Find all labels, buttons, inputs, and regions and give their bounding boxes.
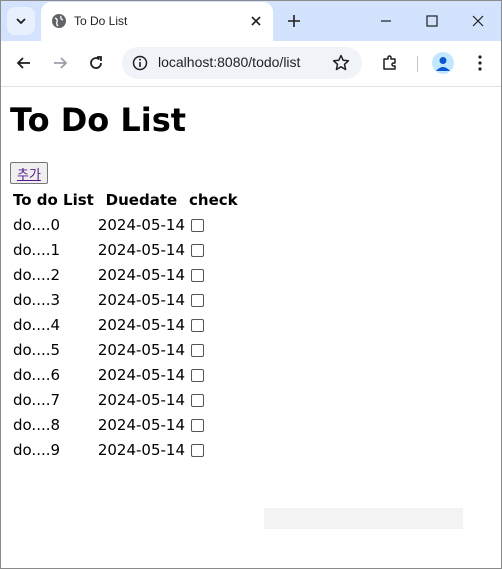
todo-checkbox[interactable]: [191, 368, 205, 382]
back-arrow-icon: [16, 57, 30, 69]
table-row: do....3 2024-05-14: [12, 288, 239, 311]
todo-title: do....7: [13, 390, 61, 409]
minimize-button[interactable]: [363, 1, 409, 41]
toolbar-divider: [417, 56, 418, 72]
todo-duedate: 2024-05-14: [97, 215, 186, 234]
browser-window: To Do List localhost:8080/todo/list To D…: [0, 0, 502, 569]
table-row: do....5 2024-05-14: [12, 338, 239, 361]
table-row: do....6 2024-05-14: [12, 363, 239, 386]
plus-icon: [288, 15, 300, 27]
todo-title: do....0: [13, 215, 61, 234]
todo-duedate: 2024-05-14: [97, 315, 186, 334]
menu-button[interactable]: [466, 49, 494, 77]
todo-checkbox[interactable]: [191, 218, 205, 232]
todo-check-cell: [188, 213, 239, 236]
todo-title: do....2: [13, 265, 61, 284]
info-icon[interactable]: [132, 55, 148, 71]
tab-close-button[interactable]: [247, 12, 265, 30]
todo-table-body: do....0 2024-05-14 do....1 2024-05-14 do....…: [12, 213, 239, 461]
table-row: do....7 2024-05-14: [12, 388, 239, 411]
table-row: do....9 2024-05-14: [12, 438, 239, 461]
todo-check-cell: [188, 263, 239, 286]
todo-check-cell: [188, 288, 239, 311]
todo-title: do....3: [13, 290, 61, 309]
todo-checkbox[interactable]: [191, 393, 205, 407]
close-window-icon: [472, 15, 484, 27]
todo-check-cell: [188, 413, 239, 436]
browser-toolbar: localhost:8080/todo/list: [1, 41, 501, 87]
extensions-button[interactable]: [376, 49, 404, 77]
todo-table: To do List Duedate check do....0 2024-05-…: [10, 186, 241, 463]
reload-icon: [90, 56, 102, 69]
tab-active[interactable]: To Do List: [41, 2, 273, 41]
todo-check-cell: [188, 238, 239, 261]
tab-search-button[interactable]: [7, 7, 35, 35]
kebab-menu-icon: [478, 55, 482, 71]
table-row: do....1 2024-05-14: [12, 238, 239, 261]
tab-strip: To Do List: [1, 1, 501, 41]
reload-button[interactable]: [82, 49, 110, 77]
back-button[interactable]: [10, 49, 38, 77]
column-header-todo: To do List: [13, 190, 94, 209]
faint-overlay: [264, 508, 463, 529]
todo-checkbox[interactable]: [191, 343, 205, 357]
close-icon: [251, 16, 261, 26]
table-header-row: To do List Duedate check: [12, 188, 239, 211]
todo-title: do....9: [13, 440, 61, 459]
todo-checkbox[interactable]: [191, 318, 205, 332]
todo-title: do....1: [13, 240, 61, 259]
todo-checkbox[interactable]: [191, 418, 205, 432]
table-row: do....4 2024-05-14: [12, 313, 239, 336]
todo-duedate: 2024-05-14: [97, 390, 186, 409]
todo-duedate: 2024-05-14: [97, 240, 186, 259]
column-header-check: check: [189, 190, 238, 209]
todo-check-cell: [188, 363, 239, 386]
todo-title: do....4: [13, 315, 61, 334]
forward-button[interactable]: [46, 49, 74, 77]
add-button[interactable]: 추가: [10, 162, 48, 184]
todo-duedate: 2024-05-14: [97, 290, 186, 309]
todo-duedate: 2024-05-14: [97, 365, 186, 384]
page-title: To Do List: [10, 101, 187, 139]
todo-checkbox[interactable]: [191, 243, 205, 257]
chevron-down-icon: [16, 18, 26, 25]
maximize-icon: [426, 15, 438, 27]
profile-icon: [436, 57, 450, 71]
table-row: do....2 2024-05-14: [12, 263, 239, 286]
todo-title: do....8: [13, 415, 61, 434]
todo-duedate: 2024-05-14: [97, 340, 186, 359]
forward-arrow-icon: [54, 57, 68, 69]
avatar[interactable]: [432, 52, 454, 74]
add-button-label: 추가: [17, 167, 41, 183]
table-row: do....0 2024-05-14: [12, 213, 239, 236]
tab-title: To Do List: [74, 14, 128, 28]
puzzle-icon: [383, 55, 396, 70]
minimize-icon: [381, 20, 391, 22]
maximize-button[interactable]: [409, 1, 455, 41]
globe-icon: [52, 14, 66, 28]
new-tab-button[interactable]: [283, 10, 305, 32]
todo-duedate: 2024-05-14: [97, 415, 186, 434]
todo-check-cell: [188, 338, 239, 361]
star-icon[interactable]: [332, 54, 350, 72]
address-bar[interactable]: localhost:8080/todo/list: [122, 47, 362, 79]
todo-checkbox[interactable]: [191, 293, 205, 307]
todo-title: do....5: [13, 340, 61, 359]
column-header-duedate: Duedate: [105, 190, 178, 209]
todo-check-cell: [188, 313, 239, 336]
todo-duedate: 2024-05-14: [97, 265, 186, 284]
page-content: To Do List 추가 To do List Duedate check d…: [1, 87, 501, 568]
url-text[interactable]: localhost:8080/todo/list: [158, 54, 300, 70]
todo-check-cell: [188, 388, 239, 411]
todo-checkbox[interactable]: [191, 268, 205, 282]
todo-check-cell: [188, 438, 239, 461]
todo-title: do....6: [13, 365, 61, 384]
todo-duedate: 2024-05-14: [97, 440, 186, 459]
table-row: do....8 2024-05-14: [12, 413, 239, 436]
todo-checkbox[interactable]: [191, 443, 205, 457]
close-window-button[interactable]: [455, 1, 501, 41]
